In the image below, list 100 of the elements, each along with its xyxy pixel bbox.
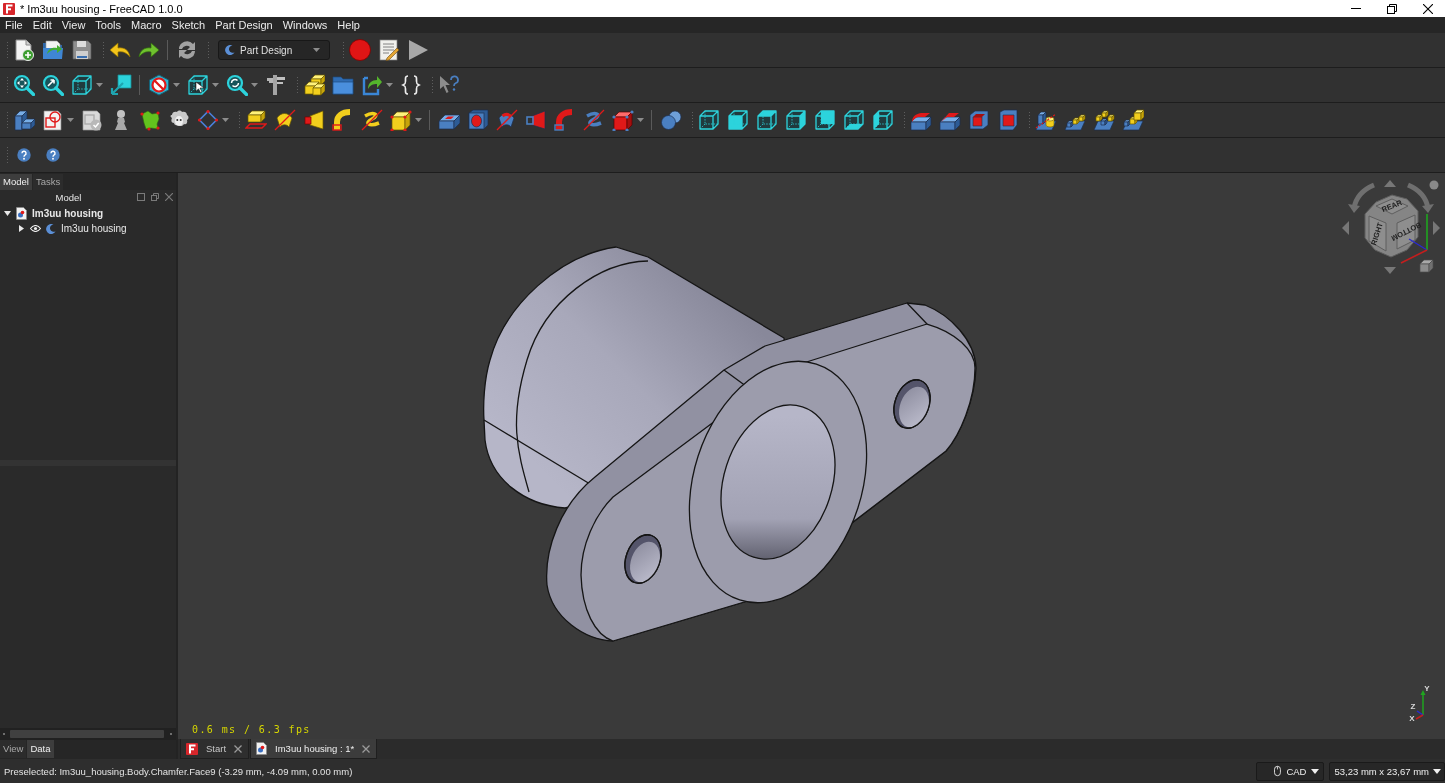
cube-cursor-icon[interactable] bbox=[186, 74, 209, 96]
play-icon[interactable] bbox=[406, 39, 429, 61]
save-icon[interactable] bbox=[70, 39, 93, 61]
dropdown-caret-icon[interactable] bbox=[96, 83, 103, 87]
cursor-question-icon[interactable] bbox=[437, 74, 460, 96]
toolbar-handle[interactable] bbox=[6, 76, 9, 94]
restore-icon[interactable] bbox=[1387, 3, 1397, 14]
stacked-blocks-icon[interactable] bbox=[302, 74, 325, 96]
braces-icon[interactable] bbox=[399, 74, 422, 96]
mirrored-block-icon[interactable] bbox=[1034, 109, 1057, 131]
dropdown-caret-icon[interactable] bbox=[222, 118, 229, 122]
dropdown-caret-icon[interactable] bbox=[173, 83, 180, 87]
circle-icon[interactable] bbox=[1429, 180, 1439, 190]
dropdown-caret-icon[interactable] bbox=[415, 118, 422, 122]
cube-right-face-icon[interactable] bbox=[784, 109, 807, 131]
magnifier-refresh-icon[interactable] bbox=[225, 74, 248, 96]
record-icon[interactable] bbox=[348, 39, 371, 61]
tapered-faces-icon[interactable] bbox=[967, 109, 990, 131]
up-arrow-icon[interactable] bbox=[1384, 180, 1396, 187]
toolbar-handle[interactable] bbox=[207, 41, 210, 59]
cube-ring-icon[interactable] bbox=[1092, 109, 1115, 131]
spring-cut-icon[interactable] bbox=[582, 109, 605, 131]
menu-item[interactable]: Sketch bbox=[166, 19, 211, 31]
document-tab[interactable]: Start bbox=[180, 739, 250, 759]
dropdown-caret-icon[interactable] bbox=[386, 83, 393, 87]
cube-left-face-icon[interactable] bbox=[871, 109, 894, 131]
tree-item[interactable]: Im3uu housing bbox=[32, 208, 104, 219]
magnifier-arrow-icon[interactable] bbox=[41, 74, 64, 96]
magnifier-arrows-icon[interactable] bbox=[12, 74, 35, 96]
arrow-bracket-icon[interactable] bbox=[360, 74, 383, 96]
open-folder-icon[interactable] bbox=[41, 39, 64, 61]
menu-item[interactable]: Help bbox=[332, 19, 365, 31]
menu-item[interactable]: View bbox=[56, 19, 91, 31]
cube-outline-icon[interactable] bbox=[697, 109, 720, 131]
caret-right-icon[interactable] bbox=[18, 225, 25, 232]
navigation-style-button[interactable]: CAD bbox=[1256, 761, 1325, 781]
notepad-pencil-icon[interactable] bbox=[377, 39, 400, 61]
toolbar-handle[interactable] bbox=[6, 111, 9, 129]
hollow-box-icon[interactable] bbox=[996, 109, 1019, 131]
new-document-icon[interactable] bbox=[12, 39, 35, 61]
cube-icon[interactable] bbox=[1419, 259, 1434, 273]
extrude-box-icon[interactable] bbox=[244, 109, 267, 131]
menu-item[interactable]: Part Design bbox=[210, 19, 278, 31]
toolbar-handle[interactable] bbox=[102, 41, 105, 59]
diamond-points-icon[interactable] bbox=[196, 109, 219, 131]
curved-groove-icon[interactable] bbox=[495, 109, 518, 131]
cube-outline-icon[interactable] bbox=[70, 74, 93, 96]
blob-points-icon[interactable] bbox=[138, 109, 161, 131]
toolbar-handle[interactable] bbox=[6, 41, 9, 59]
l-block-icon[interactable] bbox=[12, 109, 35, 131]
toolbar-handle[interactable] bbox=[1028, 111, 1031, 129]
cube-stack-icon[interactable] bbox=[1121, 109, 1144, 131]
cube-front-face-icon[interactable] bbox=[726, 109, 749, 131]
toolbar-handle[interactable] bbox=[431, 76, 434, 94]
close-icon[interactable] bbox=[1423, 3, 1433, 14]
menu-item[interactable]: Tools bbox=[90, 19, 127, 31]
curved-slab-icon[interactable] bbox=[273, 109, 296, 131]
toolbar-handle[interactable] bbox=[296, 76, 299, 94]
menu-item[interactable]: File bbox=[0, 19, 28, 31]
cube-points-icon[interactable] bbox=[611, 109, 634, 131]
toolbar-handle[interactable] bbox=[6, 146, 9, 164]
down-arrow-icon[interactable] bbox=[1384, 267, 1396, 274]
page-check-icon[interactable] bbox=[80, 109, 103, 131]
dimension-dropdown[interactable]: 53,23 mm x 23,67 mm bbox=[1329, 761, 1445, 781]
spring-icon[interactable] bbox=[360, 109, 383, 131]
help-icon[interactable] bbox=[45, 148, 60, 162]
caliper-icon[interactable] bbox=[264, 74, 287, 96]
tapered-block-icon[interactable] bbox=[302, 109, 325, 131]
toolbar-handle[interactable] bbox=[903, 111, 906, 129]
toolbar-handle[interactable] bbox=[238, 111, 241, 129]
cube-rear-face-icon[interactable] bbox=[813, 109, 836, 131]
panel-tab[interactable]: View bbox=[0, 740, 27, 758]
dropdown-caret-icon[interactable] bbox=[67, 118, 74, 122]
float-icon[interactable] bbox=[137, 193, 145, 201]
dropdown-caret-icon[interactable] bbox=[637, 118, 644, 122]
right-arrow-icon[interactable] bbox=[1433, 221, 1440, 235]
no-entry-icon[interactable] bbox=[147, 74, 170, 96]
folder-icon[interactable] bbox=[331, 74, 354, 96]
panel-tab[interactable]: Data bbox=[27, 740, 54, 758]
dropdown-caret-icon[interactable] bbox=[212, 83, 219, 87]
tree-item[interactable]: Im3uu housing bbox=[61, 223, 127, 234]
menu-item[interactable]: Windows bbox=[277, 19, 333, 31]
help-icon[interactable] bbox=[16, 148, 31, 162]
toolbar-handle[interactable] bbox=[691, 111, 694, 129]
cube-top-face-icon[interactable] bbox=[755, 109, 778, 131]
left-arrow-icon[interactable] bbox=[1342, 221, 1349, 235]
block-hole-icon[interactable] bbox=[466, 109, 489, 131]
panel-tab[interactable]: Model bbox=[0, 174, 32, 190]
workbench-dropdown[interactable]: Part Design bbox=[218, 40, 330, 60]
menu-item[interactable]: Macro bbox=[126, 19, 167, 31]
plane-arrow-icon[interactable] bbox=[109, 74, 132, 96]
tapered-cutout-icon[interactable] bbox=[524, 109, 547, 131]
panel-tab[interactable]: Tasks bbox=[32, 174, 64, 190]
horizontal-scrollbar[interactable] bbox=[0, 728, 176, 740]
page-shapes-icon[interactable] bbox=[41, 109, 64, 131]
dropdown-caret-icon[interactable] bbox=[251, 83, 258, 87]
toolbar-handle[interactable] bbox=[342, 41, 345, 59]
cube-bottom-face-icon[interactable] bbox=[842, 109, 865, 131]
rotate-left-icon[interactable] bbox=[1348, 182, 1376, 213]
undock-icon[interactable] bbox=[151, 193, 159, 201]
